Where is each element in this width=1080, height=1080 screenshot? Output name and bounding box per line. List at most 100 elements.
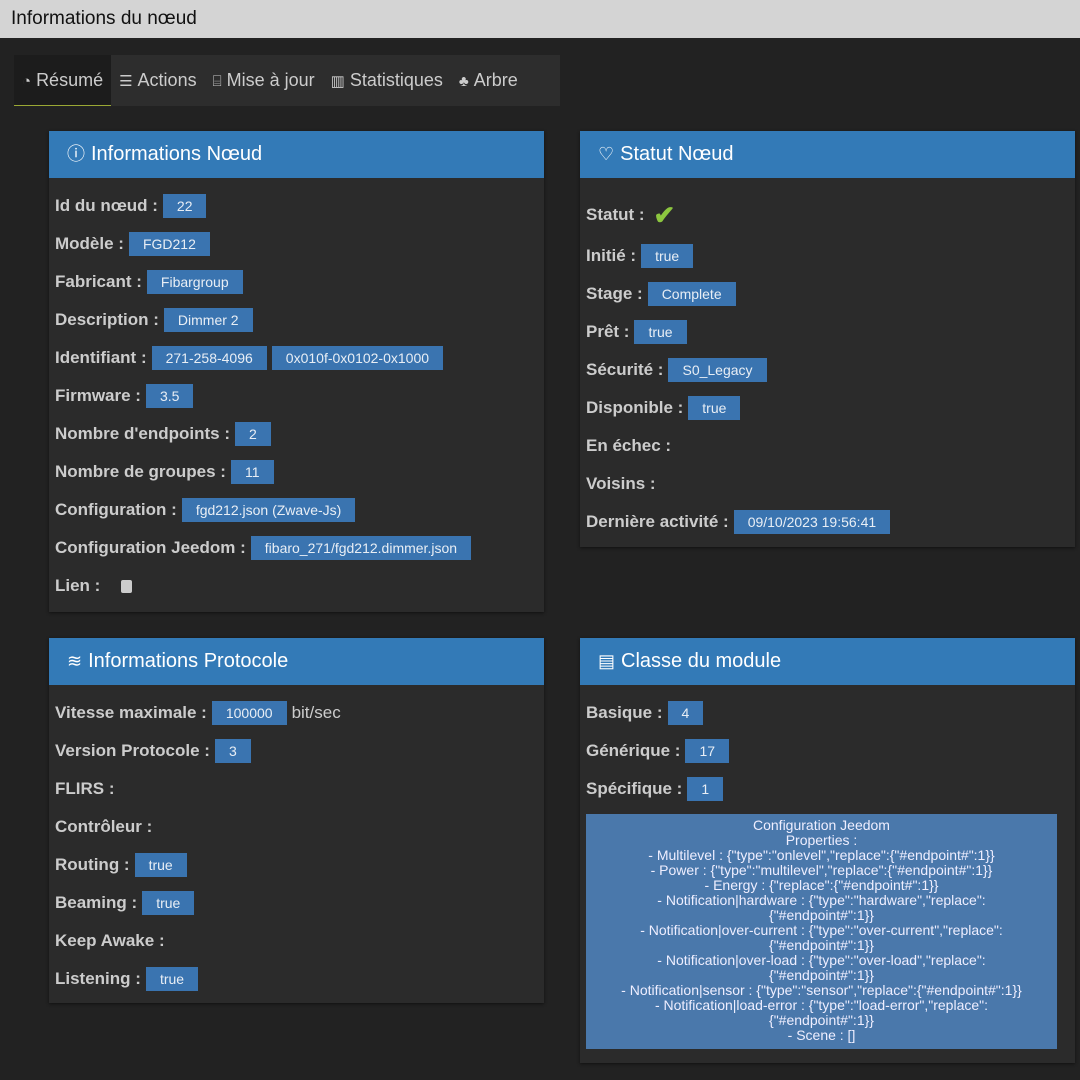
field-value: Fibargroup <box>146 270 243 294</box>
window-title: Informations du nœud <box>0 0 1080 38</box>
field-value: fibaro_271/fgd212.dimmer.json <box>250 536 472 560</box>
node-info-panel: ⓘ Informations Nœud Id du nœud :22 Modèle :… <box>49 131 544 612</box>
field-label: Routing : <box>55 855 130 874</box>
router-icon: ⌸ <box>212 73 222 90</box>
field-value: Dimmer 2 <box>163 308 253 332</box>
field-value: true <box>145 967 199 991</box>
config-line: - Notification|over-load : {"type":"over… <box>657 952 986 983</box>
tab-label: Arbre <box>473 70 518 90</box>
field-label: Nombre de groupes : <box>55 462 226 481</box>
info-row: Identifiant :271-258-4096 0x010f-0x0102-0… <box>55 339 544 377</box>
info-row: Nombre de groupes :11 <box>55 453 544 491</box>
field-label: Sécurité : <box>586 360 664 379</box>
field-value: 09/10/2023 19:56:41 <box>733 510 891 534</box>
config-line: - Scene : [] <box>787 1027 856 1043</box>
tab-label: Actions <box>137 70 197 90</box>
field-label: Id du nœud : <box>55 196 158 215</box>
field-value: 17 <box>685 739 730 763</box>
heartbeat-icon: ♡ <box>598 144 615 164</box>
panel-title: Statut Nœud <box>620 143 734 165</box>
field-label: Configuration : <box>55 500 177 519</box>
field-label: Dernière activité : <box>586 512 729 531</box>
info-row: Basique :4 <box>586 694 1075 732</box>
clipboard-icon: ▤ <box>598 651 616 671</box>
tab-statistiques[interactable]: ▥ Statistiques <box>323 55 451 106</box>
sliders-icon: ☰ <box>119 73 133 90</box>
panel-body: Id du nœud :22 Modèle : FGD212 Fabricant :F… <box>49 178 544 605</box>
wifi-icon: ≋ <box>67 651 83 671</box>
module-class-panel: ▤ Classe du module Basique :4 Générique :17… <box>580 638 1075 1063</box>
field-label: Statut : <box>586 205 645 224</box>
field-value: true <box>634 320 687 344</box>
tab-arbre[interactable]: ♣ Arbre <box>451 55 526 106</box>
field-value: 1 <box>687 777 724 801</box>
panel-title: Classe du module <box>621 650 782 672</box>
info-row: Vitesse maximale :100000 bit/sec <box>55 694 544 732</box>
tab-actions[interactable]: ☰ Actions <box>111 55 204 106</box>
tab-bar: ◔ Résumé ☰ Actions ⌸ Mise à jour ▥ Statistiques… <box>14 55 560 106</box>
book-icon[interactable] <box>121 579 133 593</box>
tab-mise-jour[interactable]: ⌸ Mise à jour <box>205 55 323 106</box>
info-row: Firmware :3.5 <box>55 377 544 415</box>
field-label: Identifiant : <box>55 348 147 367</box>
tab-r-sum-[interactable]: ◔ Résumé <box>14 55 112 106</box>
field-value: 4 <box>667 701 704 725</box>
field-value: fgd212.json (Zwave-Js) <box>181 498 356 522</box>
info-row: Configuration : fgd212.json (Zwave-Js) <box>55 491 544 529</box>
config-line: - Notification|load-error : {"type":"loa… <box>654 997 989 1028</box>
field-label: Description : <box>55 310 159 329</box>
info-row: Stage : Complete <box>586 275 1075 313</box>
field-label: Nombre d'endpoints : <box>55 424 230 443</box>
info-row: Spécifique :1 <box>586 770 1075 808</box>
config-line: - Multilevel : {"type":"onlevel","replac… <box>648 847 995 863</box>
field-value: 3.5 <box>145 384 194 408</box>
field-value: 0x010f-0x0102-0x1000 <box>271 346 444 370</box>
info-row: Description : Dimmer 2 <box>55 301 544 339</box>
field-label: Vitesse maximale : <box>55 703 207 722</box>
bar-chart-icon: ▥ <box>330 73 345 90</box>
field-label: FLIRS : <box>55 779 115 798</box>
field-value: 2 <box>234 422 271 446</box>
panel-header: ⓘ Informations Nœud <box>49 131 544 178</box>
info-row: Sécurité : S0_Legacy <box>586 351 1075 389</box>
field-label: Stage : <box>586 284 643 303</box>
field-value: true <box>641 244 694 268</box>
info-row: Routing : true <box>55 846 544 884</box>
info-row: Listening : true <box>55 960 544 998</box>
panel-body: Vitesse maximale :100000 bit/sec Version P… <box>49 685 544 998</box>
tree-icon: ♣ <box>458 73 469 90</box>
config-line: - Notification|sensor : {"type":"sensor"… <box>621 982 1022 998</box>
info-icon: ⓘ <box>67 144 85 164</box>
jeedom-configuration-box: Configuration Jeedom Properties :- Multil… <box>586 814 1057 1049</box>
info-row: Contrôleur : <box>55 808 544 846</box>
field-value: 3 <box>214 739 251 763</box>
field-label: Configuration Jeedom : <box>55 538 246 557</box>
field-value: true <box>134 853 187 877</box>
info-row: Voisins : <box>586 465 1075 503</box>
info-row: Version Protocole :3 <box>55 732 544 770</box>
info-row: Initié : true <box>586 237 1075 275</box>
config-line: - Notification|hardware : {"type":"hardw… <box>657 892 986 923</box>
panel-body: Basique :4 Générique :17 Spécifique :1 Conf… <box>580 685 1075 1049</box>
protocol-info-panel: ≋ Informations Protocole Vitesse maximale … <box>49 638 544 1003</box>
field-value: true <box>688 396 741 420</box>
field-value: 22 <box>162 194 207 218</box>
field-label: En échec : <box>586 436 672 455</box>
panel-header: ▤ Classe du module <box>580 638 1075 685</box>
node-status-panel: ♡ Statut Nœud Statut : ✔ Initié : true Stage :… <box>580 131 1075 547</box>
info-row: Lien : <box>55 567 544 605</box>
info-row: Nombre d'endpoints :2 <box>55 415 544 453</box>
field-value: FGD212 <box>128 232 210 256</box>
field-label: Version Protocole : <box>55 741 210 760</box>
field-label: Keep Awake : <box>55 931 165 950</box>
field-value: 271-258-4096 <box>151 346 267 370</box>
config-line: Configuration Jeedom <box>753 817 890 833</box>
field-label: Initié : <box>586 246 637 265</box>
config-line: - Power : {"type":"multilevel","replace"… <box>650 862 993 878</box>
info-row: Id du nœud :22 <box>55 187 544 225</box>
field-label: Disponible : <box>586 398 684 417</box>
field-label: Spécifique : <box>586 779 683 798</box>
field-label: Voisins : <box>586 474 656 493</box>
field-label: Lien : <box>55 576 101 595</box>
config-line: Properties : <box>785 832 858 848</box>
